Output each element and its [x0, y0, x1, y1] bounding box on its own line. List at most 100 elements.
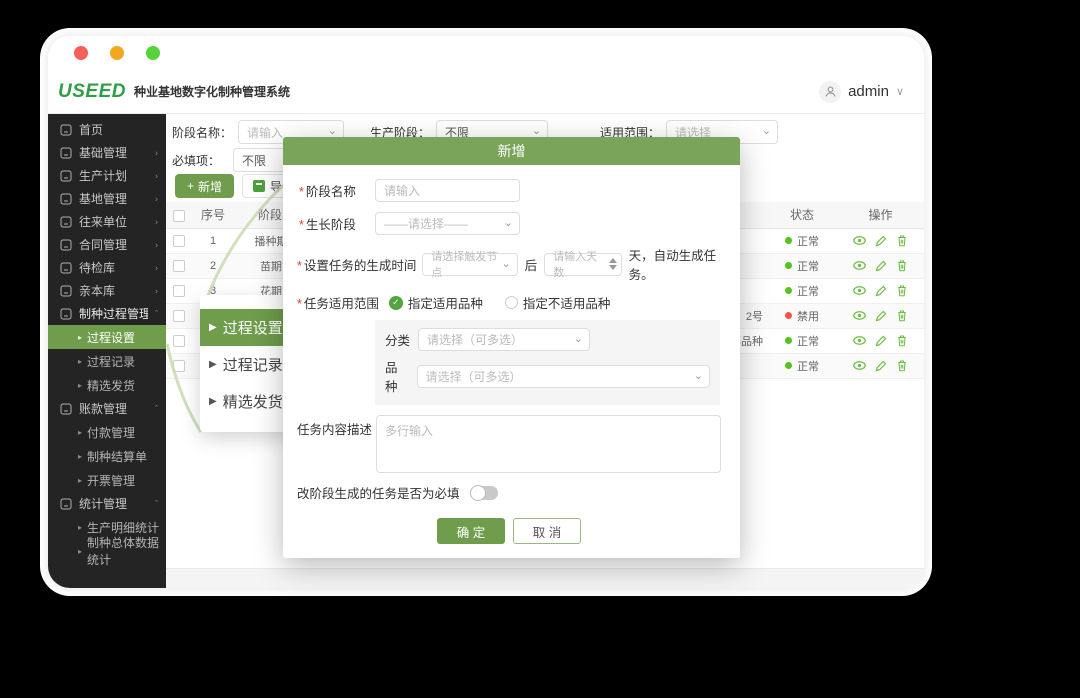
window-minimize-button[interactable] [110, 46, 124, 60]
delete-icon[interactable] [896, 284, 908, 297]
sidebar-subitem-payment-mgmt[interactable]: ▸ 付款管理 [48, 420, 166, 444]
caret-down-icon: ⌄ [694, 369, 703, 382]
edit-icon[interactable] [875, 235, 887, 247]
sidebar-item-process-mgmt[interactable]: 制种过程管理 ˆ [48, 302, 166, 325]
menu-icon [60, 216, 72, 228]
user-menu[interactable]: admin ∨ [819, 81, 904, 103]
menu-icon [60, 498, 72, 510]
category-select[interactable]: 请选择（可多选） ⌄ [418, 328, 590, 351]
view-icon[interactable] [853, 334, 866, 347]
chevron-up-icon: ˆ [155, 404, 158, 413]
caret-down-icon: ⌄ [328, 124, 337, 137]
useed-logo: USEED [58, 81, 126, 103]
sub-arrow-icon: ▸ [78, 476, 82, 485]
radio-unchecked-icon [505, 296, 518, 309]
required-filter-label: 必填项： [172, 152, 220, 169]
status-badge: 正常 [768, 333, 836, 349]
required-toggle[interactable] [470, 486, 498, 500]
cancel-button[interactable]: 取 消 [513, 518, 581, 544]
sub-arrow-icon: ▸ [78, 381, 82, 390]
add-button[interactable]: + 新增 [175, 174, 234, 198]
edit-icon[interactable] [875, 260, 887, 272]
edit-icon[interactable] [875, 360, 887, 372]
sidebar-item-base-mgmt[interactable]: 基地管理 › [48, 187, 166, 210]
app-title: 种业基地数字化制种管理系统 [134, 83, 290, 100]
row-checkbox[interactable] [173, 260, 185, 272]
sidebar-subitem-settlement[interactable]: ▸ 制种结算单 [48, 444, 166, 468]
row-checkbox[interactable] [173, 285, 185, 297]
screenshot-stage: USEED 种业基地数字化制种管理系统 admin ∨ 首页 [0, 0, 1080, 698]
delete-icon[interactable] [896, 234, 908, 247]
task-scope-label: *任务适用范围 [297, 293, 379, 312]
status-badge: 正常 [768, 283, 836, 299]
number-stepper-icon[interactable] [609, 258, 617, 270]
menu-icon [60, 262, 72, 274]
days-input[interactable]: 请输入天数 [544, 253, 621, 276]
view-icon[interactable] [853, 284, 866, 297]
view-icon[interactable] [853, 359, 866, 372]
view-icon[interactable] [853, 259, 866, 272]
status-badge: 禁用 [768, 308, 836, 324]
edit-icon[interactable] [875, 335, 887, 347]
sidebar-item-production-plan[interactable]: 生产计划 › [48, 164, 166, 187]
sidebar-item-contacts[interactable]: 往来单位 › [48, 210, 166, 233]
menu-icon [60, 285, 72, 297]
delete-icon[interactable] [896, 359, 908, 372]
variety-select[interactable]: 请选择（可多选） ⌄ [417, 365, 710, 388]
variety-label: 品种 [385, 357, 409, 395]
sidebar-item-accounts-mgmt[interactable]: 账款管理 ˆ [48, 397, 166, 420]
row-checkbox[interactable] [173, 335, 185, 347]
status-dot [785, 337, 792, 344]
select-all-checkbox[interactable] [173, 210, 185, 222]
sidebar-item-contract-mgmt[interactable]: 合同管理 › [48, 233, 166, 256]
required-asterisk: * [299, 185, 304, 199]
radio-not-apply-varieties[interactable]: 指定不适用品种 [505, 293, 611, 312]
sidebar-subitem-process-records[interactable]: ▸ 过程记录 [48, 349, 166, 373]
delete-icon[interactable] [896, 259, 908, 272]
gen-time-tail-text: 天，自动生成任务。 [629, 245, 740, 283]
delete-icon[interactable] [896, 309, 908, 322]
window-close-button[interactable] [74, 46, 88, 60]
sidebar-subitem-process-settings[interactable]: ▸ 过程设置 [48, 325, 166, 349]
edit-icon[interactable] [875, 310, 887, 322]
user-avatar-icon [819, 81, 841, 103]
sidebar-subitem-select-shipment[interactable]: ▸ 精选发货 [48, 373, 166, 397]
growth-stage-select[interactable]: ——请选择—— ⌄ [375, 212, 520, 235]
chevron-right-icon: › [155, 263, 158, 272]
menu-icon [60, 403, 72, 415]
view-icon[interactable] [853, 234, 866, 247]
caret-down-icon: ⌄ [762, 124, 771, 137]
window-footer [166, 568, 924, 588]
sidebar-subitem-invoice-mgmt[interactable]: ▸ 开票管理 [48, 468, 166, 492]
gen-time-label: *设置任务的生成时间 [297, 255, 416, 274]
menu-icon [60, 147, 72, 159]
sidebar-item-basic-mgmt[interactable]: 基础管理 › [48, 141, 166, 164]
row-checkbox[interactable] [173, 310, 185, 322]
stage-name-input[interactable]: 请输入 [375, 179, 520, 202]
sidebar-item-home[interactable]: 首页 [48, 118, 166, 141]
radio-apply-varieties[interactable]: ✓ 指定适用品种 [389, 293, 483, 312]
triangle-right-icon: ▶ [209, 322, 217, 333]
status-badge: 正常 [768, 233, 836, 249]
caret-down-icon: ⌄ [501, 257, 510, 270]
delete-icon[interactable] [896, 334, 908, 347]
status-badge: 正常 [768, 358, 836, 374]
row-checkbox[interactable] [173, 235, 185, 247]
window-maximize-button[interactable] [146, 46, 160, 60]
task-desc-textarea[interactable]: 多行输入 [376, 415, 721, 473]
edit-icon[interactable] [875, 285, 887, 297]
chevron-down-icon: ∨ [896, 85, 904, 98]
row-checkbox[interactable] [173, 360, 185, 372]
menu-icon [60, 170, 72, 182]
col-status: 状态 [767, 202, 837, 228]
view-icon[interactable] [853, 309, 866, 322]
sub-arrow-icon: ▸ [78, 452, 82, 461]
trigger-node-select[interactable]: 请选择触发节点 ⌄ [422, 253, 517, 276]
sidebar-subitem-overall-data-stats[interactable]: ▸ 制种总体数据统计 [48, 539, 166, 563]
sub-arrow-icon: ▸ [78, 428, 82, 437]
required-toggle-label: 改阶段生成的任务是否为必填 [297, 483, 460, 502]
sidebar-item-parent-warehouse[interactable]: 亲本库 › [48, 279, 166, 302]
sidebar-item-statistics-mgmt[interactable]: 统计管理 ˆ [48, 492, 166, 515]
sidebar-item-pending-warehouse[interactable]: 待检库 › [48, 256, 166, 279]
confirm-button[interactable]: 确 定 [437, 518, 505, 544]
